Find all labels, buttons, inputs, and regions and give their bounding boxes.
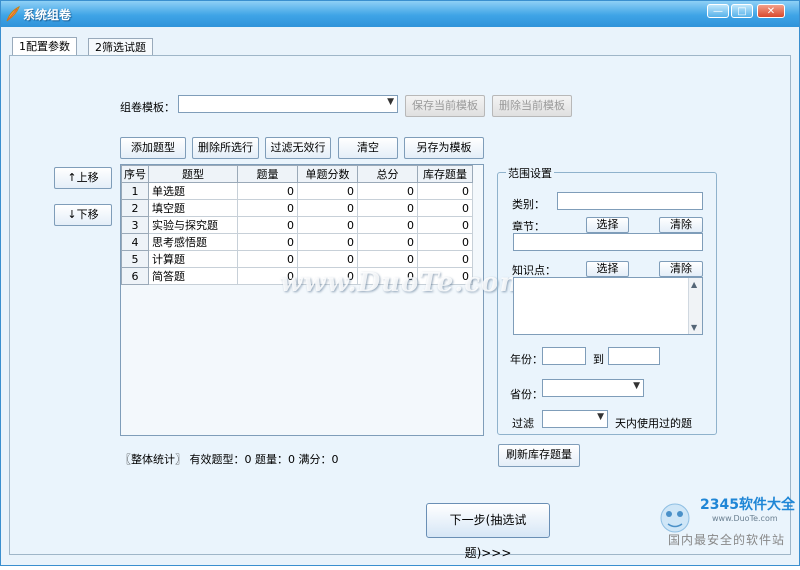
move-up-button[interactable]: ↑上移 — [54, 167, 112, 189]
chevron-down-icon: ▼ — [597, 412, 604, 422]
knowledge-select-button[interactable]: 选择 — [586, 261, 629, 277]
province-select[interactable]: ▼ — [542, 379, 644, 397]
question-type-grid[interactable]: 序号 题型 题量 单题分数 总分 库存题量 1 单选题 0 0 0 0 2 填空… — [120, 164, 484, 436]
row-count[interactable]: 0 — [237, 250, 298, 268]
app-feather-icon — [6, 6, 20, 22]
row-score[interactable]: 0 — [297, 233, 358, 251]
row-type[interactable]: 单选题 — [148, 182, 238, 200]
chapter-select-button[interactable]: 选择 — [586, 217, 629, 233]
province-label: 省份： — [510, 388, 543, 401]
delete-selected-rows-button[interactable]: 删除所选行 — [192, 137, 259, 159]
row-type[interactable]: 计算题 — [148, 250, 238, 268]
table-row[interactable]: 3 实验与探究题 0 0 0 0 — [121, 216, 473, 234]
close-button[interactable]: ✕ — [757, 4, 785, 18]
row-score[interactable]: 0 — [297, 182, 358, 200]
logo-site: www.DuoTe.com — [712, 514, 778, 523]
filter-days-select[interactable]: ▼ — [542, 410, 608, 428]
row-seq: 6 — [121, 267, 149, 285]
row-stock: 0 — [417, 182, 473, 200]
move-down-button[interactable]: ↓下移 — [54, 204, 112, 226]
filter-label: 过滤 — [512, 417, 534, 430]
year-to-label: 到 — [593, 353, 604, 366]
maximize-button[interactable]: □ — [731, 4, 753, 18]
add-question-type-button[interactable]: 添加题型 — [120, 137, 186, 159]
knowledge-clear-button[interactable]: 清除 — [659, 261, 703, 277]
table-row[interactable]: 2 填空题 0 0 0 0 — [121, 199, 473, 217]
knowledge-point-textarea[interactable]: ▲ ▼ — [513, 277, 703, 335]
year-to-input[interactable] — [608, 347, 660, 365]
row-count[interactable]: 0 — [237, 216, 298, 234]
col-header-stock[interactable]: 库存题量 — [417, 165, 473, 183]
chapter-label: 章节： — [512, 220, 545, 233]
row-seq: 4 — [121, 233, 149, 251]
next-step-button[interactable]: 下一步(抽选试题)>>> — [426, 503, 550, 560]
clear-button[interactable]: 清空 — [338, 137, 398, 159]
scroll-up-icon[interactable]: ▲ — [691, 280, 697, 289]
row-seq: 1 — [121, 182, 149, 200]
row-count[interactable]: 0 — [237, 182, 298, 200]
row-count[interactable]: 0 — [237, 199, 298, 217]
year-label: 年份： — [510, 353, 543, 366]
row-score[interactable]: 0 — [297, 199, 358, 217]
title-bar[interactable]: 系统组卷 — □ ✕ — [1, 1, 799, 27]
tab-filter-questions[interactable]: 2筛选试题 — [88, 38, 153, 56]
row-total: 0 — [357, 233, 418, 251]
window-title: 系统组卷 — [23, 8, 72, 22]
col-header-type[interactable]: 题型 — [148, 165, 238, 183]
chevron-down-icon: ▼ — [387, 97, 394, 107]
knowledge-point-label: 知识点： — [512, 264, 556, 277]
row-total: 0 — [357, 199, 418, 217]
col-header-seq[interactable]: 序号 — [121, 165, 149, 183]
row-seq: 5 — [121, 250, 149, 268]
table-row[interactable]: 1 单选题 0 0 0 0 — [121, 182, 473, 200]
row-total: 0 — [357, 182, 418, 200]
category-label: 类别： — [512, 198, 545, 211]
chapter-clear-button[interactable]: 清除 — [659, 217, 703, 233]
row-stock: 0 — [417, 233, 473, 251]
logo-slogan: 国内最安全的软件站 — [668, 533, 786, 547]
filter-suffix-label: 天内使用过的题 — [615, 417, 692, 430]
site-watermark: www.DuoTe.com — [280, 268, 529, 298]
row-stock: 0 — [417, 199, 473, 217]
row-total: 0 — [357, 216, 418, 234]
row-seq: 3 — [121, 216, 149, 234]
row-stock: 0 — [417, 250, 473, 268]
scroll-down-icon[interactable]: ▼ — [691, 323, 697, 332]
chevron-down-icon: ▼ — [633, 381, 640, 391]
col-header-count[interactable]: 题量 — [237, 165, 298, 183]
range-settings-title: 范围设置 — [506, 165, 554, 181]
row-seq: 2 — [121, 199, 149, 217]
overall-stats: 〖整体统计〗 有效题型：0 题量：0 满分：0 — [120, 453, 339, 466]
year-from-input[interactable] — [542, 347, 586, 365]
tab-config-params[interactable]: 1配置参数 — [12, 37, 77, 56]
table-row[interactable]: 4 思考感悟题 0 0 0 0 — [121, 233, 473, 251]
col-header-score[interactable]: 单题分数 — [297, 165, 358, 183]
grid-header-row: 序号 题型 题量 单题分数 总分 库存题量 — [121, 165, 473, 183]
vertical-scrollbar[interactable]: ▲ ▼ — [688, 278, 702, 334]
template-select[interactable]: ▼ — [178, 95, 398, 113]
row-stock: 0 — [417, 216, 473, 234]
col-header-total[interactable]: 总分 — [357, 165, 418, 183]
template-label: 组卷模板： — [120, 101, 175, 114]
row-count[interactable]: 0 — [237, 233, 298, 251]
filter-invalid-rows-button[interactable]: 过滤无效行 — [265, 137, 331, 159]
row-score[interactable]: 0 — [297, 250, 358, 268]
save-template-button[interactable]: 保存当前模板 — [405, 95, 485, 117]
row-total: 0 — [357, 250, 418, 268]
table-row[interactable]: 5 计算题 0 0 0 0 — [121, 250, 473, 268]
category-input[interactable] — [557, 192, 703, 210]
minimize-button[interactable]: — — [707, 4, 729, 18]
row-type[interactable]: 简答题 — [148, 267, 238, 285]
logo-brand: 2345软件大全 — [700, 497, 795, 513]
refresh-stock-button[interactable]: 刷新库存题量 — [498, 444, 580, 467]
row-score[interactable]: 0 — [297, 216, 358, 234]
row-type[interactable]: 填空题 — [148, 199, 238, 217]
row-type[interactable]: 实验与探究题 — [148, 216, 238, 234]
save-as-template-button[interactable]: 另存为模板 — [404, 137, 484, 159]
row-type[interactable]: 思考感悟题 — [148, 233, 238, 251]
delete-template-button[interactable]: 删除当前模板 — [492, 95, 572, 117]
chapter-input[interactable] — [513, 233, 703, 251]
